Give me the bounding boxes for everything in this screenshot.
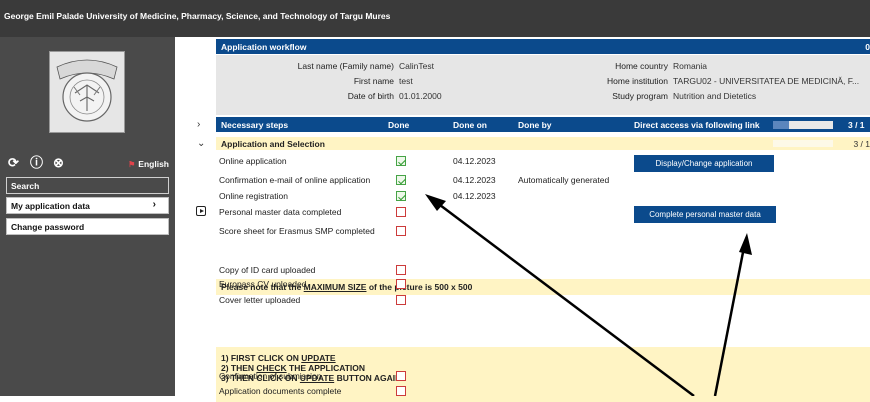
step-row-cover-letter: Cover letter uploaded xyxy=(216,294,870,306)
column-necessary-steps: Necessary steps xyxy=(221,120,289,130)
step-name: Score sheet for Erasmus SMP completed xyxy=(219,226,375,236)
sidebar-item-label: Change password xyxy=(11,222,85,232)
note-text: 1) FIRST CLICK ON xyxy=(221,353,302,363)
language-label: English xyxy=(138,159,169,169)
sidebar: ⟳ ⓘ ⊗ ⚑ English Search My application dat… xyxy=(0,37,175,396)
checkbox-not-done xyxy=(396,226,406,236)
workflow-header-counter: 0 xyxy=(865,42,870,52)
sidebar-item-label: My application data xyxy=(11,201,90,211)
play-icon[interactable] xyxy=(196,206,206,216)
help-icon[interactable]: ⓘ xyxy=(30,156,43,170)
step-row-id-card: Copy of ID card uploaded xyxy=(216,264,870,276)
home-country-label: Home country xyxy=(615,61,668,71)
step-row-confirmation-email: Confirmation e-mail of online applicatio… xyxy=(216,174,870,186)
checkbox-done xyxy=(396,191,406,201)
main-content: Application workflow 0 Last name (Family… xyxy=(216,37,870,402)
home-country-value: Romania xyxy=(673,61,708,71)
workflow-title: Application workflow xyxy=(221,42,307,52)
search-input[interactable]: Search xyxy=(6,177,169,194)
home-institution-value: TARGU02 - UNIVERSITATEA DE MEDICINĂ, F..… xyxy=(673,76,860,86)
applicant-info-panel: Last name (Family name) CalinTest First … xyxy=(216,55,870,115)
step-name: Copy of ID card uploaded xyxy=(219,265,316,275)
complete-personal-master-data-button[interactable]: Complete personal master data xyxy=(634,206,776,223)
checkbox-not-done xyxy=(396,386,406,396)
checkbox-not-done xyxy=(396,265,406,275)
study-program-value: Nutrition and Dietetics xyxy=(673,91,757,101)
app-title: George Emil Palade University of Medicin… xyxy=(4,11,391,21)
collapse-chevron-icon[interactable]: ⌄ xyxy=(197,138,205,149)
step-name: Personal master data completed xyxy=(219,207,342,217)
sidebar-item-change-password[interactable]: Change password xyxy=(6,218,169,235)
app-title-bar: George Emil Palade University of Medicin… xyxy=(0,0,870,37)
section-progress-text: 3 / 1 xyxy=(853,139,870,149)
step-done-on: 04.12.2023 xyxy=(453,175,496,185)
checkbox-not-done xyxy=(396,371,406,381)
overall-progress-text: 3 / 1 xyxy=(848,120,865,130)
chevron-right-icon: › xyxy=(152,199,156,210)
step-row-score-sheet: Score sheet for Erasmus SMP completed xyxy=(216,225,870,237)
university-logo xyxy=(49,51,125,133)
step-done-on: 04.12.2023 xyxy=(453,156,496,166)
first-name-label: First name xyxy=(353,76,394,86)
step-name: Application documents complete xyxy=(219,386,342,396)
step-row-documents-complete: Application documents complete xyxy=(216,385,870,397)
last-name-label: Last name (Family name) xyxy=(297,61,394,71)
checkbox-not-done xyxy=(396,295,406,305)
expand-chevron-icon[interactable]: › xyxy=(197,119,200,130)
overall-progress-bar xyxy=(773,121,833,129)
step-done-by: Automatically generated xyxy=(518,175,610,185)
checkbox-done xyxy=(396,175,406,185)
checkbox-not-done xyxy=(396,279,406,289)
step-name: Confirmation of submission xyxy=(219,371,322,381)
section-application-and-selection[interactable]: Application and Selection 3 / 1 xyxy=(216,137,870,150)
note-emphasis: UPDATE xyxy=(301,353,336,363)
column-done: Done xyxy=(388,120,410,130)
step-name: Confirmation e-mail of online applicatio… xyxy=(219,175,371,185)
step-done-on: 04.12.2023 xyxy=(453,191,496,201)
step-name: Cover letter uploaded xyxy=(219,295,301,305)
column-direct-access: Direct access via following link xyxy=(634,120,760,130)
section-progress-bar xyxy=(773,140,833,147)
step-row-europass-cv: Europass CV uploaded xyxy=(216,278,870,290)
flag-icon: ⚑ xyxy=(128,160,136,169)
column-done-on: Done on xyxy=(453,120,487,130)
section-title: Application and Selection xyxy=(221,139,325,149)
date-of-birth-label: Date of birth xyxy=(347,91,394,101)
overall-progress-fill xyxy=(773,121,790,129)
refresh-icon[interactable]: ⟳ xyxy=(8,156,19,170)
step-row-confirmation-submission: Confirmation of submission xyxy=(216,370,870,382)
date-of-birth-value: 01.01.2000 xyxy=(399,91,442,101)
study-program-label: Study program xyxy=(612,91,668,101)
checkbox-done xyxy=(396,156,406,166)
step-name: Online application xyxy=(219,156,287,166)
university-seal-icon xyxy=(56,59,118,122)
steps-table-header: Necessary steps Done Done on Done by Dir… xyxy=(216,117,870,132)
sidebar-item-my-application-data[interactable]: My application data › xyxy=(6,197,169,214)
step-name: Europass CV uploaded xyxy=(219,279,307,289)
language-selector[interactable]: ⚑ English xyxy=(128,159,169,169)
search-label: Search xyxy=(11,181,40,191)
first-name-value: test xyxy=(399,76,413,86)
step-row-online-registration: Online registration 04.12.2023 xyxy=(216,190,870,202)
instruction-line-1: 1) FIRST CLICK ON UPDATE xyxy=(221,353,870,363)
close-icon[interactable]: ⊗ xyxy=(53,156,64,170)
last-name-value: CalinTest xyxy=(399,61,434,71)
step-name: Online registration xyxy=(219,191,288,201)
display-change-application-button[interactable]: Display/Change application xyxy=(634,155,774,172)
column-done-by: Done by xyxy=(518,120,552,130)
workflow-header: Application workflow 0 xyxy=(216,39,870,54)
sidebar-toolbar: ⟳ ⓘ ⊗ ⚑ English xyxy=(8,156,173,172)
home-institution-label: Home institution xyxy=(607,76,668,86)
checkbox-not-done xyxy=(396,207,406,217)
